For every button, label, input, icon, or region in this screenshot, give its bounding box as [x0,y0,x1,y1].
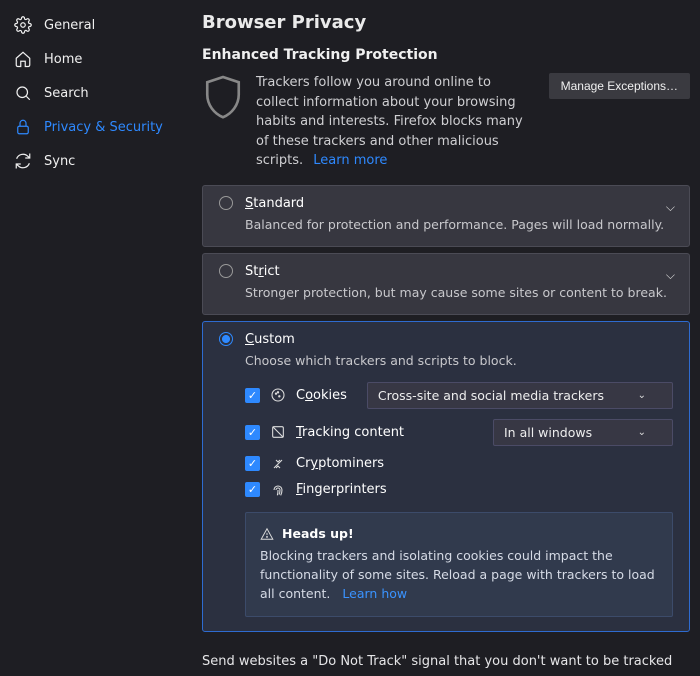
tracking-select[interactable]: In all windows ⌄ [493,419,673,446]
tracking-icon [270,424,286,440]
level-desc: Stronger protection, but may cause some … [245,285,673,300]
section-title: Enhanced Tracking Protection [202,47,690,63]
intro-text: Trackers follow you around online to col… [256,73,537,171]
level-title: Strict [245,264,280,279]
opt-label: Cookies [296,388,347,403]
sync-icon [14,152,32,170]
level-title: Standard [245,196,304,211]
alert-icon [260,527,274,541]
level-strict-card[interactable]: Strict ⌵ Stronger protection, but may ca… [202,253,690,315]
radio-custom[interactable] [219,332,233,346]
sidebar: General Home Search Privacy & Security S… [0,0,182,676]
sidebar-item-label: Home [44,52,82,67]
chevron-down-icon[interactable]: ⌵ [666,200,675,215]
cookie-icon [270,387,286,403]
radio-strict[interactable] [219,264,233,278]
sidebar-item-home[interactable]: Home [0,42,182,76]
sidebar-item-general[interactable]: General [0,8,182,42]
intro-body: Trackers follow you around online to col… [256,75,523,168]
intro-row: Trackers follow you around online to col… [202,73,690,171]
lock-icon [14,118,32,136]
checkbox-crypto[interactable]: ✓ [245,456,260,471]
home-icon [14,50,32,68]
dnt-section: Send websites a "Do Not Track" signal th… [202,650,690,676]
dnt-text: Send websites a "Do Not Track" signal th… [202,654,672,669]
heads-up-notice: Heads up! Blocking trackers and isolatin… [245,512,673,617]
opt-crypto: ✓ Cryptominers [245,456,673,472]
cryptominer-icon [270,456,286,472]
level-title: Custom [245,332,295,347]
chevron-down-icon[interactable]: ⌵ [666,268,675,283]
sidebar-item-search[interactable]: Search [0,76,182,110]
main-content: Browser Privacy Enhanced Tracking Protec… [182,0,700,676]
level-custom-card[interactable]: Custom Choose which trackers and scripts… [202,321,690,632]
checkbox-tracking[interactable]: ✓ [245,425,260,440]
opt-tracking: ✓ Tracking content In all windows ⌄ [245,419,673,446]
sidebar-item-label: General [44,18,95,33]
select-value: Cross-site and social media trackers [378,388,604,403]
sidebar-item-label: Privacy & Security [44,120,163,135]
sidebar-item-sync[interactable]: Sync [0,144,182,178]
chevron-down-icon: ⌄ [638,427,646,438]
learn-how-link[interactable]: Learn how [342,586,407,601]
level-standard-card[interactable]: Standard ⌵ Balanced for protection and p… [202,185,690,247]
page-title: Browser Privacy [202,12,690,33]
opt-cookies: ✓ Cookies Cross-site and social media tr… [245,382,673,409]
learn-more-link[interactable]: Learn more [313,153,387,168]
checkbox-finger[interactable]: ✓ [245,482,260,497]
opt-label: Tracking content [296,425,404,440]
checkbox-cookies[interactable]: ✓ [245,388,260,403]
fingerprint-icon [270,482,286,498]
opt-label: Cryptominers [296,456,384,471]
cookies-select[interactable]: Cross-site and social media trackers ⌄ [367,382,673,409]
heads-title: Heads up! [282,525,354,544]
sidebar-item-label: Sync [44,154,75,169]
custom-options: ✓ Cookies Cross-site and social media tr… [245,382,673,617]
level-desc: Choose which trackers and scripts to blo… [245,353,673,368]
search-icon [14,84,32,102]
radio-standard[interactable] [219,196,233,210]
heads-body: Blocking trackers and isolating cookies … [260,548,655,601]
opt-finger: ✓ Fingerprinters [245,482,673,498]
sidebar-item-privacy[interactable]: Privacy & Security [0,110,182,144]
gear-icon [14,16,32,34]
chevron-down-icon: ⌄ [638,390,646,401]
level-desc: Balanced for protection and performance.… [245,217,673,232]
opt-label: Fingerprinters [296,482,387,497]
shield-icon [202,73,244,123]
manage-exceptions-button[interactable]: Manage Exceptions… [549,73,690,99]
sidebar-item-label: Search [44,86,89,101]
select-value: In all windows [504,425,592,440]
